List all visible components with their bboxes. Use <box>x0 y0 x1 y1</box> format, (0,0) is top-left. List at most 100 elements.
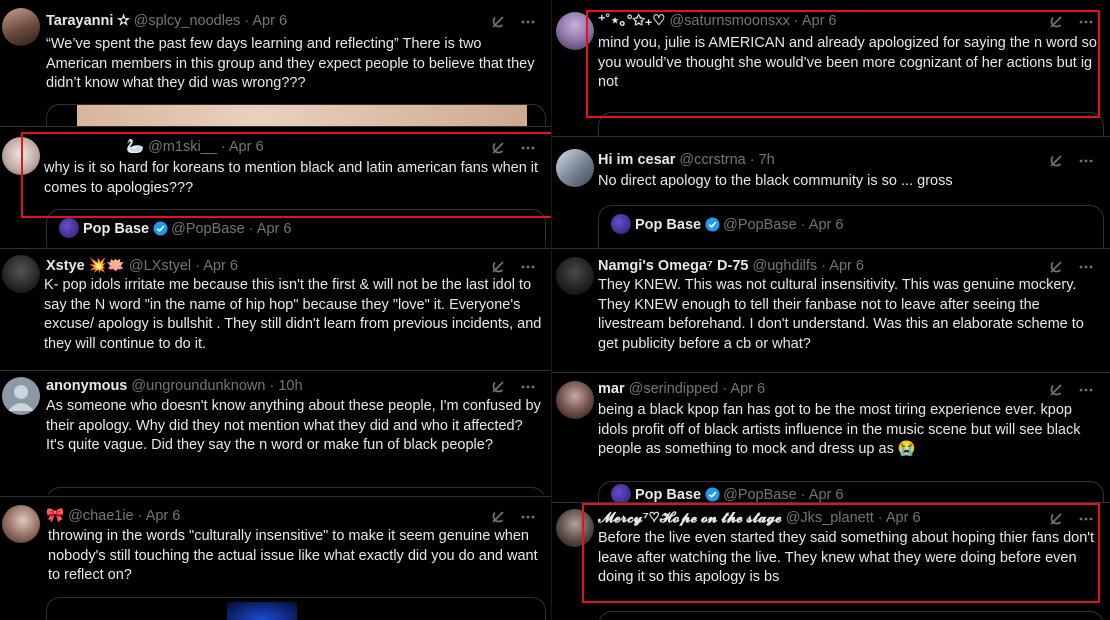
media-card[interactable] <box>46 104 546 126</box>
quoted-avatar[interactable] <box>611 214 631 234</box>
quoted-avatar[interactable] <box>59 218 79 238</box>
grok-icon[interactable] <box>490 379 506 395</box>
quoted-handle[interactable]: @PopBase <box>723 487 797 502</box>
more-icon[interactable] <box>520 259 536 275</box>
avatar[interactable] <box>2 505 40 543</box>
grok-icon[interactable] <box>1048 259 1064 275</box>
grok-icon[interactable] <box>1048 382 1064 398</box>
tweet-header: mar @serindipped · Apr 6 <box>598 379 1050 399</box>
timestamp[interactable]: · Apr 6 <box>138 508 181 524</box>
quoted-name[interactable]: Pop Base <box>83 221 149 237</box>
timestamp[interactable]: · Apr 6 <box>878 510 921 526</box>
handle[interactable]: 🦢 @m1ski__ <box>126 139 217 155</box>
timestamp[interactable]: · 10h <box>269 378 302 394</box>
handle[interactable]: @serindipped <box>629 381 719 397</box>
tweet[interactable]: ⁺˚⋆｡°✩₊♡ @saturnsmoonsxx · Apr 6 mind yo… <box>552 0 1110 136</box>
tweet[interactable]: Namgi's Omega⁷ D-75 @ughdilfs · Apr 6 Th… <box>552 249 1110 371</box>
handle[interactable]: @splcy_noodles <box>134 13 241 29</box>
avatar[interactable] <box>556 12 594 50</box>
timestamp[interactable]: · 7h <box>750 152 775 168</box>
tweet-text: why is it so hard for koreans to mention… <box>44 160 539 196</box>
media-card[interactable] <box>46 597 546 620</box>
quoted-tweet[interactable] <box>46 487 546 495</box>
handle[interactable]: @chae1ie <box>68 508 134 524</box>
display-name[interactable]: 𝓜𝓮𝓻𝓬𝔂⁷♡𝓗𝓸𝓹𝓮 𝓸𝓷 𝓽𝓱𝓮 𝓼𝓽𝓪𝓰𝓮 <box>598 510 782 526</box>
quoted-tweet[interactable]: Pop Base @PopBase · Apr 6 <box>598 481 1104 502</box>
display-name[interactable]: ⁺˚⋆｡°✩₊♡ <box>598 13 665 29</box>
grok-icon[interactable] <box>490 14 506 30</box>
timestamp[interactable]: · Apr 6 <box>195 258 238 274</box>
more-icon[interactable] <box>520 379 536 395</box>
tweet[interactable]: 🦢 @m1ski__ · Apr 6 why is it so hard for… <box>0 127 552 247</box>
timestamp[interactable]: · Apr 6 <box>722 381 765 397</box>
more-icon[interactable] <box>520 14 536 30</box>
more-icon[interactable] <box>520 140 536 156</box>
avatar[interactable] <box>556 149 594 187</box>
display-name[interactable]: 🎀 <box>46 508 64 524</box>
quoted-tweet[interactable] <box>598 112 1104 136</box>
avatar[interactable] <box>2 377 40 415</box>
grok-icon[interactable] <box>490 259 506 275</box>
avatar[interactable] <box>2 8 40 46</box>
tweet-action-icons <box>1048 509 1096 529</box>
tweet[interactable]: Xstye 💥🪷 @LXstyel · Apr 6 K- pop idols i… <box>0 249 552 370</box>
display-name[interactable]: mar <box>598 381 625 397</box>
quoted-handle[interactable]: @PopBase <box>171 221 245 237</box>
tweet-header: Xstye 💥🪷 @LXstyel · Apr 6 <box>46 256 492 276</box>
tweet[interactable]: Hi im cesar @ccrstrna · 7h No direct apo… <box>552 137 1110 248</box>
display-name[interactable]: Tarayanni ✫ <box>46 13 130 29</box>
handle[interactable]: @LXstyel <box>129 258 191 274</box>
grok-icon[interactable] <box>1048 14 1064 30</box>
grok-icon[interactable] <box>1048 511 1064 527</box>
quoted-name[interactable]: Pop Base <box>635 217 701 233</box>
handle[interactable]: @Jks_planett <box>786 510 874 526</box>
display-name[interactable]: Xstye <box>46 258 85 274</box>
more-icon[interactable] <box>1078 14 1094 30</box>
quoted-tweet[interactable]: Pop Base @PopBase · Apr 6 <box>598 205 1104 248</box>
more-icon[interactable] <box>1078 382 1094 398</box>
media-image[interactable] <box>77 105 527 126</box>
tweet-action-icons <box>490 257 538 277</box>
handle[interactable]: @ughdilfs <box>752 258 817 274</box>
avatar[interactable] <box>556 381 594 419</box>
more-icon[interactable] <box>520 509 536 525</box>
tweet[interactable]: anonymous @ungroundunknown · 10h As some… <box>0 371 552 495</box>
timestamp[interactable]: · Apr 6 <box>821 258 864 274</box>
quoted-handle[interactable]: @PopBase <box>723 217 797 233</box>
more-icon[interactable] <box>1078 511 1094 527</box>
tweet-text: being a black kpop fan has got to be the… <box>598 402 1081 457</box>
tweet[interactable]: Tarayanni ✫ @splcy_noodles · Apr 6 “We’v… <box>0 0 552 126</box>
display-name[interactable]: Namgi's Omega⁷ D-75 <box>598 258 748 274</box>
handle[interactable]: @ungroundunknown <box>131 378 265 394</box>
verified-icon <box>705 487 720 502</box>
quoted-avatar[interactable] <box>611 484 631 502</box>
quoted-tweet-header: Pop Base @PopBase · Apr 6 <box>611 484 843 502</box>
grok-icon[interactable] <box>490 140 506 156</box>
timestamp[interactable]: · Apr 6 <box>794 13 837 29</box>
quoted-timestamp[interactable]: Apr 6 <box>809 217 844 233</box>
handle[interactable]: @saturnsmoonsxx <box>669 13 789 29</box>
tweet[interactable]: mar @serindipped · Apr 6 being a black k… <box>552 373 1110 502</box>
quoted-timestamp[interactable]: Apr 6 <box>257 221 292 237</box>
avatar[interactable] <box>2 255 40 293</box>
more-icon[interactable] <box>1078 153 1094 169</box>
handle[interactable]: @ccrstrna <box>679 152 745 168</box>
display-name[interactable]: anonymous <box>46 378 127 394</box>
quoted-timestamp[interactable]: Apr 6 <box>809 487 844 502</box>
tweet[interactable]: 𝓜𝓮𝓻𝓬𝔂⁷♡𝓗𝓸𝓹𝓮 𝓸𝓷 𝓽𝓱𝓮 𝓼𝓽𝓪𝓰𝓮 @Jks_planett · … <box>552 503 1110 620</box>
timestamp[interactable]: · Apr 6 <box>221 139 264 155</box>
grok-icon[interactable] <box>1048 153 1064 169</box>
more-icon[interactable] <box>1078 259 1094 275</box>
tweet[interactable]: 🎀 @chae1ie · Apr 6 throwing in the words… <box>0 497 552 620</box>
timestamp[interactable]: · Apr 6 <box>244 13 287 29</box>
quoted-tweet[interactable] <box>598 611 1104 620</box>
tweet-text: No direct apology to the black community… <box>598 173 953 189</box>
display-name[interactable]: Hi im cesar <box>598 152 675 168</box>
avatar[interactable] <box>556 257 594 295</box>
media-image[interactable] <box>227 602 297 620</box>
quoted-name[interactable]: Pop Base <box>635 487 701 502</box>
grok-icon[interactable] <box>490 509 506 525</box>
avatar[interactable] <box>2 137 40 175</box>
avatar[interactable] <box>556 509 594 547</box>
quoted-tweet[interactable]: Pop Base @PopBase · Apr 6 <box>46 209 546 247</box>
